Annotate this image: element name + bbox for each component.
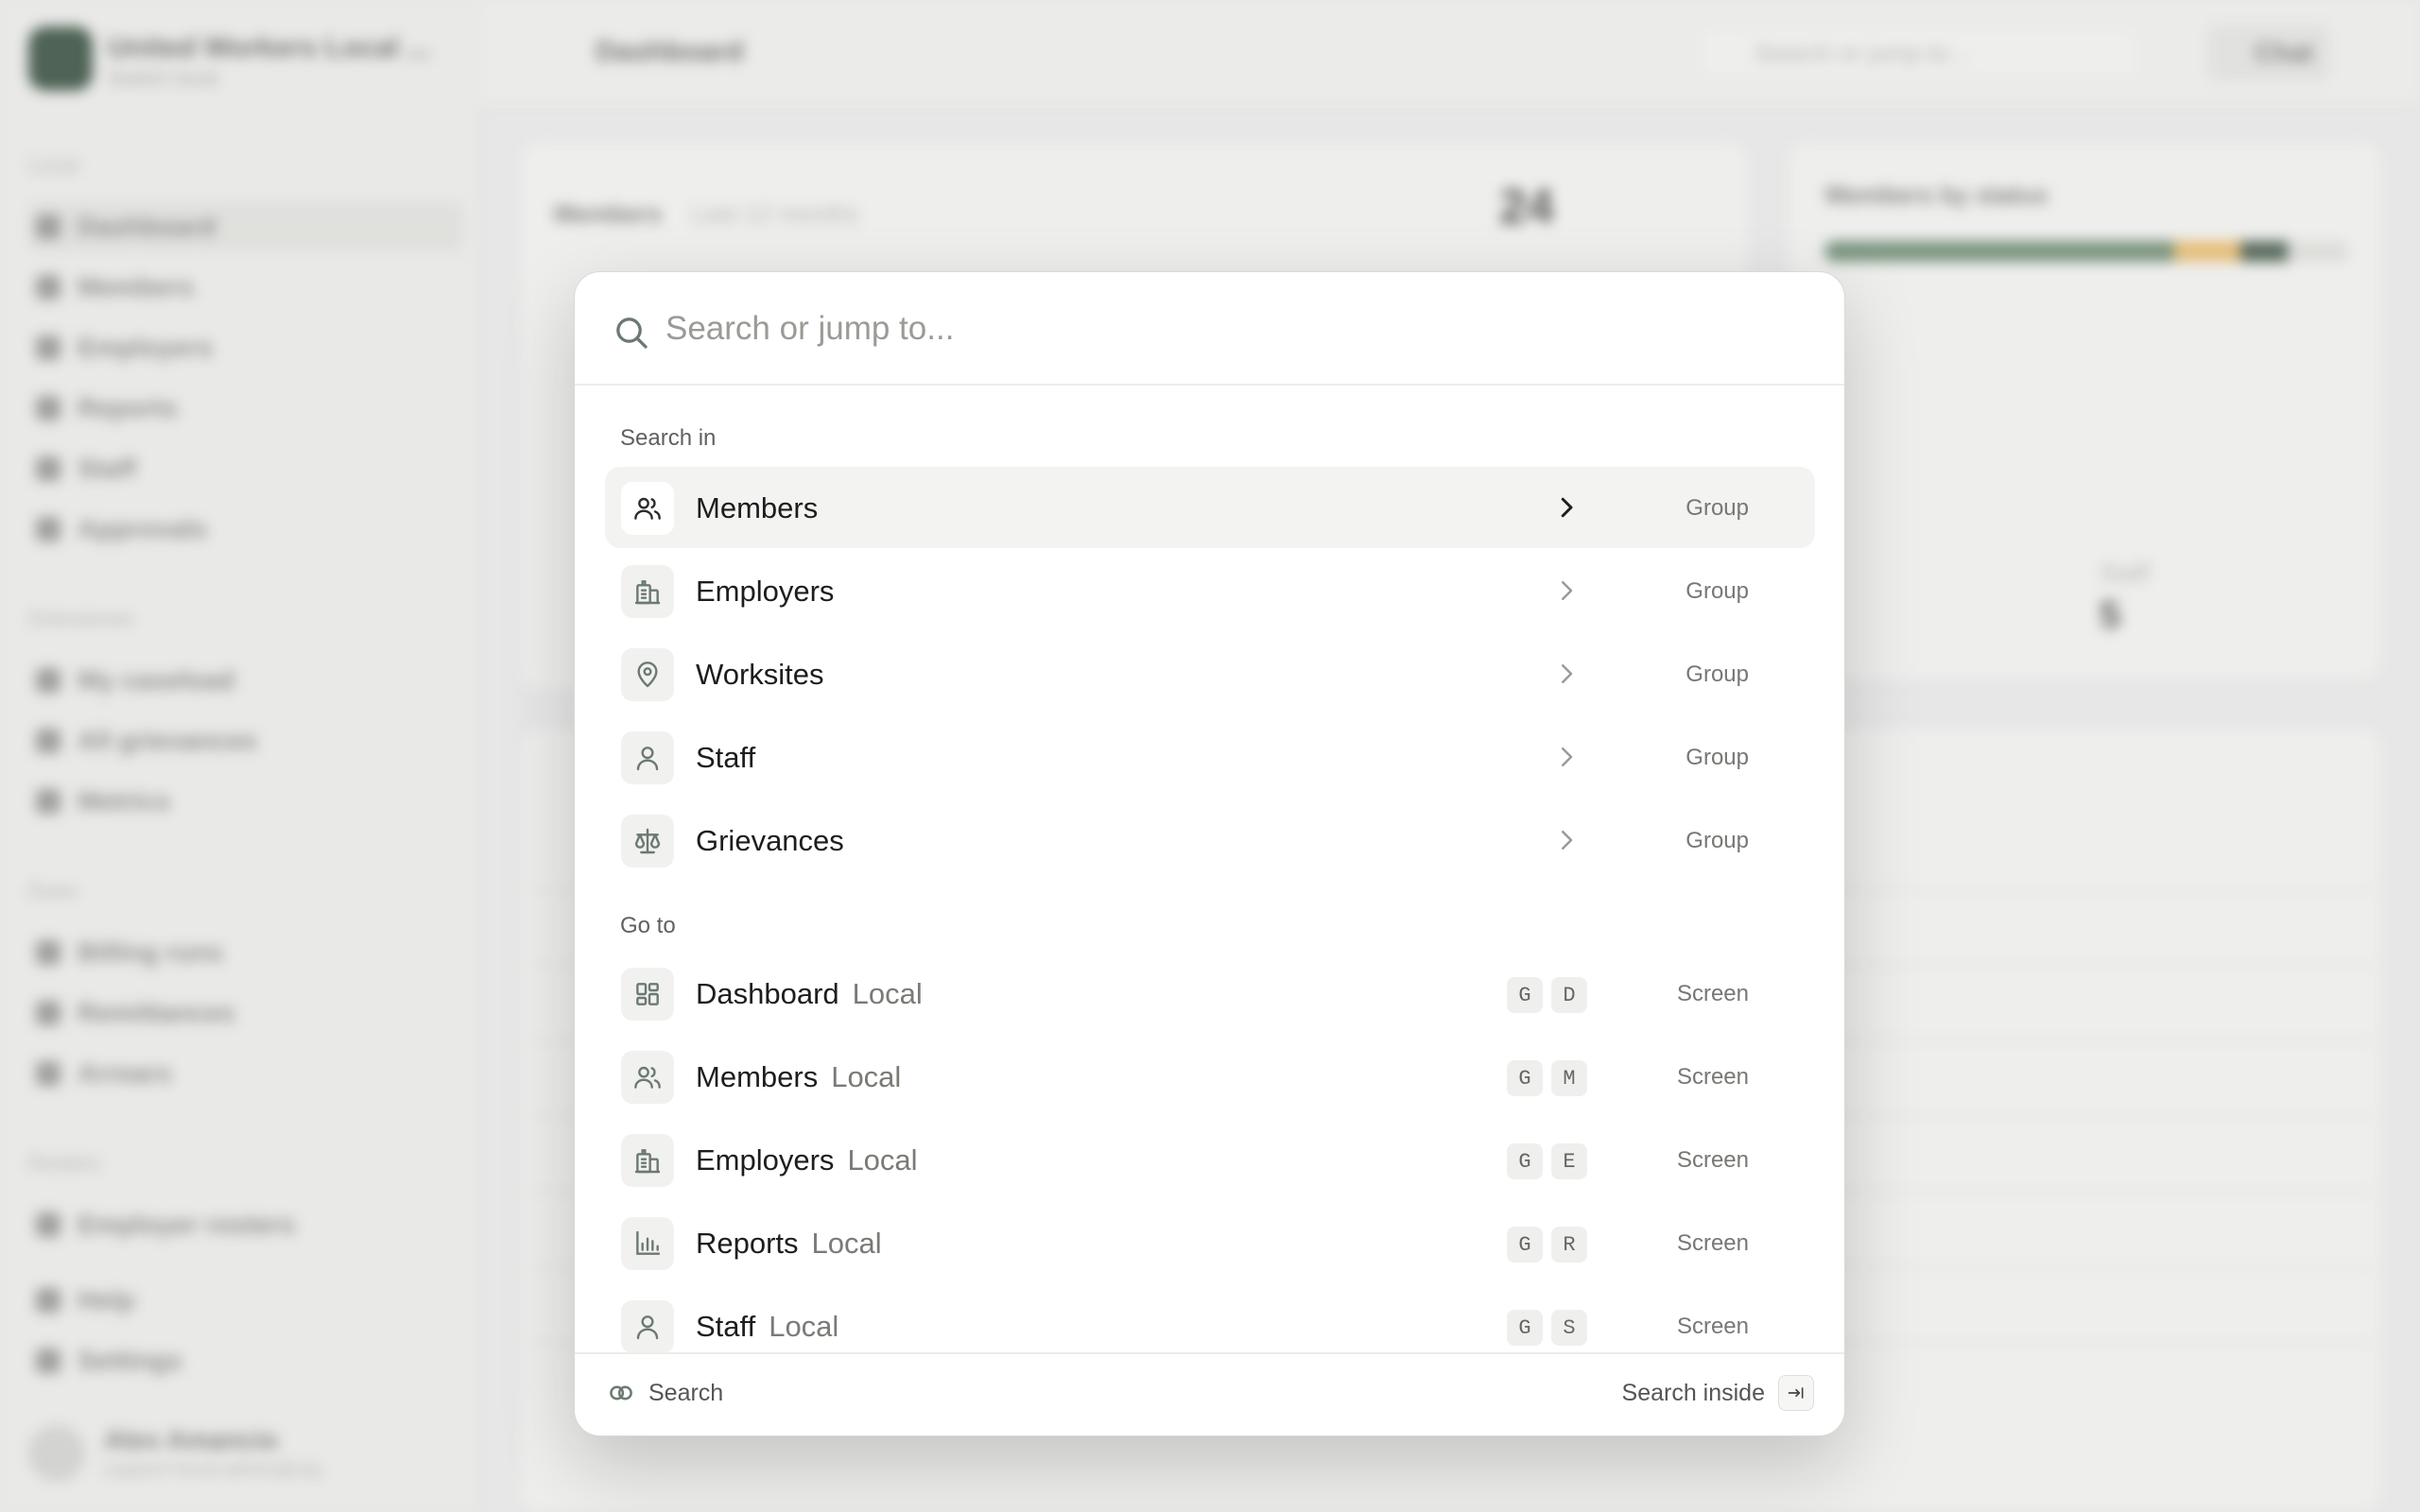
go-to-dashboard[interactable]: Dashboard Local G D Screen: [605, 953, 1815, 1034]
tab-key-icon: [1778, 1375, 1814, 1411]
row-kind: Screen: [1676, 1064, 1749, 1090]
go-to-reports[interactable]: Reports Local G R Screen: [605, 1202, 1815, 1283]
search-in-employers[interactable]: Employers Group: [605, 550, 1815, 631]
chevron-right-icon: [1562, 747, 1573, 766]
row-label: Grievances: [696, 824, 844, 857]
section-go-to: Go to: [620, 913, 676, 938]
search-in-worksites[interactable]: Worksites Group: [605, 633, 1815, 714]
go-to-employers[interactable]: Employers Local G E Screen: [605, 1119, 1815, 1200]
users-icon: [621, 482, 674, 535]
row-context: Local: [847, 1143, 918, 1177]
building-icon: [621, 1134, 674, 1187]
scale-icon: [621, 815, 674, 868]
palette-footer: Search Search inside: [575, 1352, 1844, 1435]
row-label: Staff Local: [696, 1310, 839, 1343]
shortcut-key: G: [1507, 1060, 1543, 1096]
building-icon: [621, 565, 674, 618]
row-label: Members: [696, 491, 819, 524]
users-icon: [621, 1051, 674, 1104]
row-kind: Group: [1685, 745, 1749, 770]
row-context: Local: [852, 977, 923, 1010]
bar-chart-icon: [621, 1217, 674, 1270]
chevron-right-icon: [1562, 581, 1573, 600]
search-icon: [616, 318, 648, 349]
row-kind: Group: [1685, 828, 1749, 853]
row-context: Local: [769, 1310, 839, 1343]
row-kind: Group: [1685, 578, 1749, 604]
row-kind: Screen: [1676, 1147, 1749, 1173]
row-kind: Group: [1685, 495, 1749, 521]
chevron-right-icon: [1562, 831, 1573, 850]
search-inside-button[interactable]: Search inside: [1622, 1375, 1814, 1411]
row-label: Worksites: [696, 658, 824, 691]
shortcut-key: G: [1507, 1310, 1543, 1346]
palette-search-bar: [575, 272, 1844, 386]
map-pin-icon: [621, 648, 674, 701]
shortcut-key: G: [1507, 1143, 1543, 1179]
shortcut-key: E: [1551, 1143, 1587, 1179]
row-kind: Screen: [1676, 1230, 1749, 1256]
row-label: Employers Local: [696, 1143, 918, 1177]
row-kind: Group: [1685, 662, 1749, 687]
search-mode-button[interactable]: Search: [607, 1379, 723, 1407]
row-kind: Screen: [1676, 1314, 1749, 1339]
search-mode-icon: [610, 1385, 632, 1400]
row-label: Reports Local: [696, 1227, 882, 1260]
go-to-members[interactable]: Members Local G M Screen: [605, 1036, 1815, 1117]
shortcut-key: M: [1551, 1060, 1587, 1096]
palette-search-input[interactable]: [666, 301, 1781, 357]
command-palette: Search in Members Group Employers Group …: [574, 271, 1845, 1436]
search-in-staff[interactable]: Staff Group: [605, 716, 1815, 798]
shortcut-key: R: [1551, 1227, 1587, 1263]
row-label: Staff: [696, 741, 756, 774]
search-in-members[interactable]: Members Group: [605, 467, 1815, 548]
row-kind: Screen: [1676, 981, 1749, 1006]
user-icon: [621, 1300, 674, 1353]
row-label: Dashboard Local: [696, 977, 923, 1010]
row-label: Members Local: [696, 1060, 902, 1093]
shortcut-key: G: [1507, 977, 1543, 1013]
user-icon: [621, 731, 674, 784]
section-search-in: Search in: [620, 425, 717, 451]
search-in-grievances[interactable]: Grievances Group: [605, 799, 1815, 881]
footer-search-label: Search: [648, 1379, 724, 1406]
footer-search-inside-label: Search inside: [1621, 1379, 1765, 1406]
row-context: Local: [831, 1060, 902, 1093]
shortcut-key: S: [1551, 1310, 1587, 1346]
shortcut-key: G: [1507, 1227, 1543, 1263]
shortcut-key: D: [1551, 977, 1587, 1013]
chevron-right-icon: [1561, 497, 1573, 518]
dashboard-icon: [621, 968, 674, 1021]
chevron-right-icon: [1562, 664, 1573, 683]
row-context: Local: [811, 1227, 882, 1260]
row-label: Employers: [696, 575, 835, 608]
